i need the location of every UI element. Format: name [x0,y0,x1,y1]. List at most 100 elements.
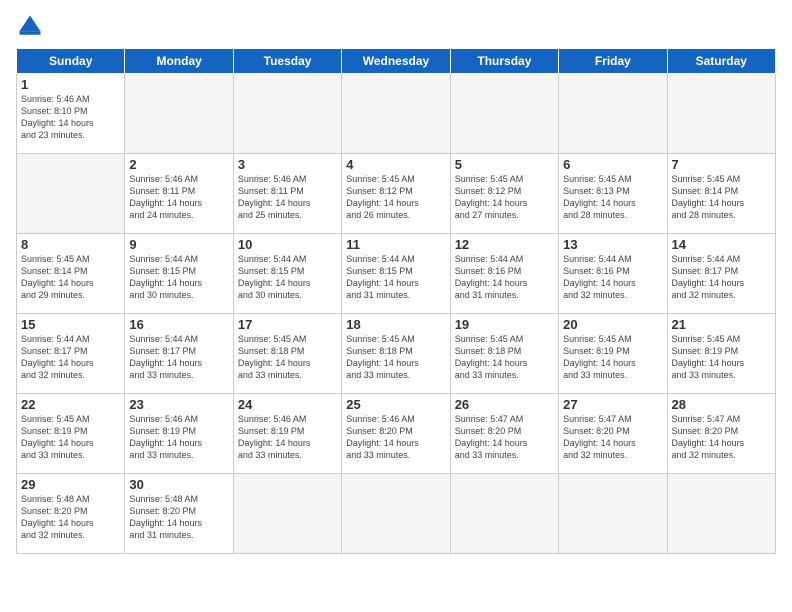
calendar-cell: 1Sunrise: 5:46 AMSunset: 8:10 PMDaylight… [17,74,125,154]
day-number: 14 [672,237,771,252]
day-number: 22 [21,397,120,412]
calendar-cell: 3Sunrise: 5:46 AMSunset: 8:11 PMDaylight… [233,154,341,234]
calendar-cell [17,154,125,234]
calendar-cell: 11Sunrise: 5:44 AMSunset: 8:15 PMDayligh… [342,234,450,314]
calendar-cell: 15Sunrise: 5:44 AMSunset: 8:17 PMDayligh… [17,314,125,394]
calendar-week-5: 29Sunrise: 5:48 AMSunset: 8:20 PMDayligh… [17,474,776,554]
day-number: 20 [563,317,662,332]
calendar-cell: 7Sunrise: 5:45 AMSunset: 8:14 PMDaylight… [667,154,775,234]
calendar-cell [342,474,450,554]
calendar-cell [342,74,450,154]
calendar-cell [559,474,667,554]
page: SundayMondayTuesdayWednesdayThursdayFrid… [0,0,792,612]
day-info: Sunrise: 5:47 AMSunset: 8:20 PMDaylight:… [672,413,771,462]
calendar-table: SundayMondayTuesdayWednesdayThursdayFrid… [16,48,776,554]
calendar-week-3: 15Sunrise: 5:44 AMSunset: 8:17 PMDayligh… [17,314,776,394]
day-info: Sunrise: 5:48 AMSunset: 8:20 PMDaylight:… [129,493,228,542]
day-info: Sunrise: 5:44 AMSunset: 8:17 PMDaylight:… [129,333,228,382]
day-info: Sunrise: 5:44 AMSunset: 8:17 PMDaylight:… [21,333,120,382]
calendar-cell [125,74,233,154]
day-number: 18 [346,317,445,332]
day-number: 29 [21,477,120,492]
logo-icon [16,12,44,40]
calendar-cell: 30Sunrise: 5:48 AMSunset: 8:20 PMDayligh… [125,474,233,554]
day-info: Sunrise: 5:45 AMSunset: 8:13 PMDaylight:… [563,173,662,222]
day-number: 17 [238,317,337,332]
calendar-cell: 16Sunrise: 5:44 AMSunset: 8:17 PMDayligh… [125,314,233,394]
day-number: 10 [238,237,337,252]
calendar-cell [450,474,558,554]
day-info: Sunrise: 5:44 AMSunset: 8:16 PMDaylight:… [563,253,662,302]
day-number: 27 [563,397,662,412]
day-number: 9 [129,237,228,252]
day-info: Sunrise: 5:46 AMSunset: 8:19 PMDaylight:… [129,413,228,462]
day-header-sunday: Sunday [17,49,125,74]
day-info: Sunrise: 5:45 AMSunset: 8:14 PMDaylight:… [672,173,771,222]
calendar-cell [450,74,558,154]
calendar-cell: 18Sunrise: 5:45 AMSunset: 8:18 PMDayligh… [342,314,450,394]
calendar-cell [667,474,775,554]
day-info: Sunrise: 5:44 AMSunset: 8:15 PMDaylight:… [129,253,228,302]
calendar-cell: 22Sunrise: 5:45 AMSunset: 8:19 PMDayligh… [17,394,125,474]
day-info: Sunrise: 5:45 AMSunset: 8:14 PMDaylight:… [21,253,120,302]
day-header-saturday: Saturday [667,49,775,74]
day-header-friday: Friday [559,49,667,74]
calendar-cell: 26Sunrise: 5:47 AMSunset: 8:20 PMDayligh… [450,394,558,474]
calendar-cell: 8Sunrise: 5:45 AMSunset: 8:14 PMDaylight… [17,234,125,314]
calendar-cell: 12Sunrise: 5:44 AMSunset: 8:16 PMDayligh… [450,234,558,314]
calendar-cell: 29Sunrise: 5:48 AMSunset: 8:20 PMDayligh… [17,474,125,554]
day-info: Sunrise: 5:46 AMSunset: 8:11 PMDaylight:… [129,173,228,222]
day-info: Sunrise: 5:45 AMSunset: 8:19 PMDaylight:… [21,413,120,462]
calendar-cell: 17Sunrise: 5:45 AMSunset: 8:18 PMDayligh… [233,314,341,394]
calendar-week-2: 8Sunrise: 5:45 AMSunset: 8:14 PMDaylight… [17,234,776,314]
day-info: Sunrise: 5:45 AMSunset: 8:18 PMDaylight:… [238,333,337,382]
day-info: Sunrise: 5:48 AMSunset: 8:20 PMDaylight:… [21,493,120,542]
calendar-cell: 24Sunrise: 5:46 AMSunset: 8:19 PMDayligh… [233,394,341,474]
day-info: Sunrise: 5:46 AMSunset: 8:11 PMDaylight:… [238,173,337,222]
day-info: Sunrise: 5:46 AMSunset: 8:20 PMDaylight:… [346,413,445,462]
calendar-cell: 19Sunrise: 5:45 AMSunset: 8:18 PMDayligh… [450,314,558,394]
day-info: Sunrise: 5:47 AMSunset: 8:20 PMDaylight:… [563,413,662,462]
logo [16,12,48,40]
calendar-cell: 4Sunrise: 5:45 AMSunset: 8:12 PMDaylight… [342,154,450,234]
day-info: Sunrise: 5:45 AMSunset: 8:18 PMDaylight:… [455,333,554,382]
day-number: 3 [238,157,337,172]
day-info: Sunrise: 5:46 AMSunset: 8:10 PMDaylight:… [21,93,120,142]
calendar-cell: 13Sunrise: 5:44 AMSunset: 8:16 PMDayligh… [559,234,667,314]
day-number: 5 [455,157,554,172]
day-info: Sunrise: 5:44 AMSunset: 8:16 PMDaylight:… [455,253,554,302]
calendar-week-1: 2Sunrise: 5:46 AMSunset: 8:11 PMDaylight… [17,154,776,234]
day-number: 25 [346,397,445,412]
day-number: 8 [21,237,120,252]
day-info: Sunrise: 5:45 AMSunset: 8:19 PMDaylight:… [563,333,662,382]
day-number: 21 [672,317,771,332]
day-number: 6 [563,157,662,172]
day-info: Sunrise: 5:45 AMSunset: 8:12 PMDaylight:… [455,173,554,222]
calendar-cell: 28Sunrise: 5:47 AMSunset: 8:20 PMDayligh… [667,394,775,474]
calendar-cell: 6Sunrise: 5:45 AMSunset: 8:13 PMDaylight… [559,154,667,234]
calendar-cell: 5Sunrise: 5:45 AMSunset: 8:12 PMDaylight… [450,154,558,234]
calendar-cell: 2Sunrise: 5:46 AMSunset: 8:11 PMDaylight… [125,154,233,234]
calendar-cell: 20Sunrise: 5:45 AMSunset: 8:19 PMDayligh… [559,314,667,394]
day-info: Sunrise: 5:44 AMSunset: 8:15 PMDaylight:… [346,253,445,302]
calendar-cell: 9Sunrise: 5:44 AMSunset: 8:15 PMDaylight… [125,234,233,314]
day-number: 16 [129,317,228,332]
calendar-cell [233,474,341,554]
calendar-cell [233,74,341,154]
calendar-cell: 23Sunrise: 5:46 AMSunset: 8:19 PMDayligh… [125,394,233,474]
day-number: 26 [455,397,554,412]
day-header-monday: Monday [125,49,233,74]
calendar-header-row: SundayMondayTuesdayWednesdayThursdayFrid… [17,49,776,74]
calendar-body: 1Sunrise: 5:46 AMSunset: 8:10 PMDaylight… [17,74,776,554]
header [16,12,776,40]
day-number: 23 [129,397,228,412]
day-info: Sunrise: 5:45 AMSunset: 8:12 PMDaylight:… [346,173,445,222]
day-number: 13 [563,237,662,252]
calendar-cell: 10Sunrise: 5:44 AMSunset: 8:15 PMDayligh… [233,234,341,314]
calendar-cell: 21Sunrise: 5:45 AMSunset: 8:19 PMDayligh… [667,314,775,394]
day-number: 28 [672,397,771,412]
calendar-cell: 25Sunrise: 5:46 AMSunset: 8:20 PMDayligh… [342,394,450,474]
day-info: Sunrise: 5:45 AMSunset: 8:19 PMDaylight:… [672,333,771,382]
calendar-week-0: 1Sunrise: 5:46 AMSunset: 8:10 PMDaylight… [17,74,776,154]
day-header-wednesday: Wednesday [342,49,450,74]
